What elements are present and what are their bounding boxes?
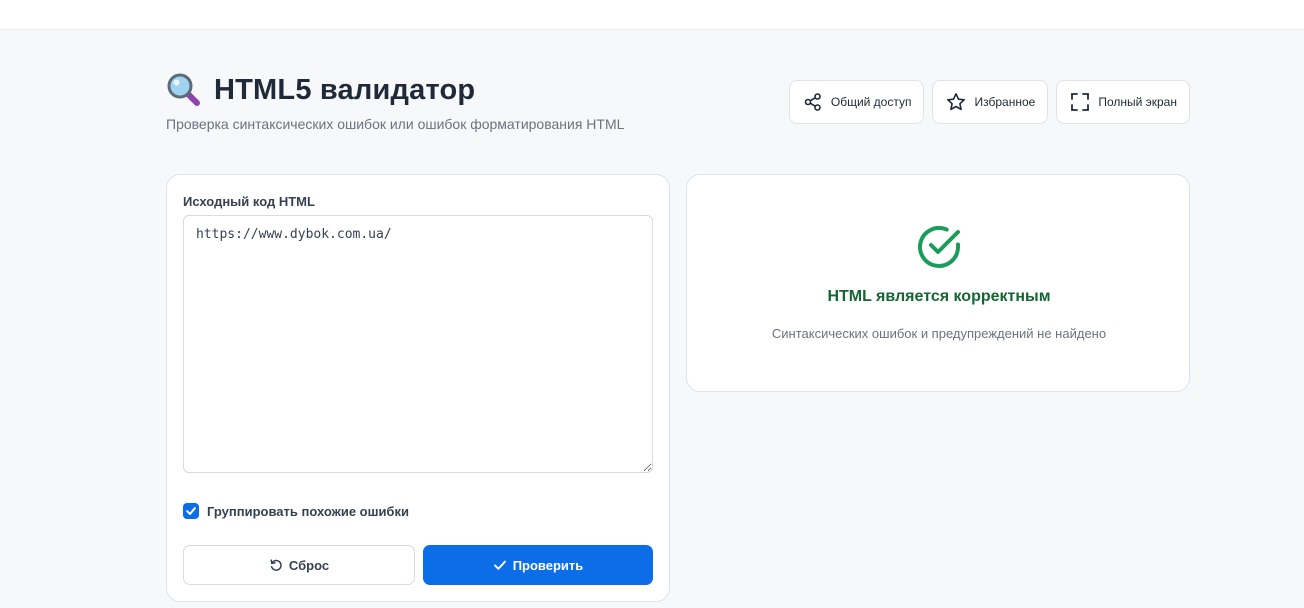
check-button[interactable]: Проверить	[423, 545, 653, 585]
check-label: Проверить	[512, 557, 584, 573]
success-check-circle-icon	[918, 225, 960, 268]
source-code-label: Исходный код HTML	[183, 194, 315, 209]
checkmark-icon	[186, 507, 196, 515]
star-icon	[947, 92, 966, 111]
group-errors-row[interactable]: Группировать похожие ошибки	[183, 503, 409, 519]
check-icon	[493, 560, 506, 570]
favorite-button[interactable]: Избранное	[932, 80, 1049, 124]
share-icon	[804, 93, 821, 111]
reset-button[interactable]: Сброс	[183, 545, 415, 585]
editor-card: Исходный код HTML https://www.dybok.com.…	[166, 174, 670, 602]
magnifier-emoji-icon	[167, 73, 200, 106]
header-actions: Общий доступ Избранное Полный экран	[788, 80, 1190, 124]
result-status-description: Синтаксических ошибок и предупреждений н…	[771, 326, 1107, 341]
favorite-label: Избранное	[974, 95, 1036, 109]
result-card: HTML является корректным Синтаксических …	[686, 174, 1190, 392]
share-button[interactable]: Общий доступ	[788, 80, 925, 124]
fullscreen-label: Полный экран	[1098, 95, 1177, 109]
result-status-title: HTML является корректным	[827, 288, 1051, 305]
reset-icon	[270, 559, 282, 571]
share-label: Общий доступ	[830, 95, 912, 109]
page-title: HTML5 валидатор	[214, 73, 476, 106]
fullscreen-icon	[1071, 93, 1090, 111]
fullscreen-button[interactable]: Полный экран	[1056, 80, 1190, 124]
reset-label: Сброс	[288, 557, 330, 573]
page-header: HTML5 валидатор Проверка синтаксических …	[166, 72, 1190, 142]
top-bar	[0, 0, 1304, 30]
group-errors-checkbox[interactable]	[183, 503, 199, 519]
source-code-input[interactable]: https://www.dybok.com.ua/	[183, 215, 653, 473]
group-errors-label: Группировать похожие ошибки	[207, 503, 409, 519]
